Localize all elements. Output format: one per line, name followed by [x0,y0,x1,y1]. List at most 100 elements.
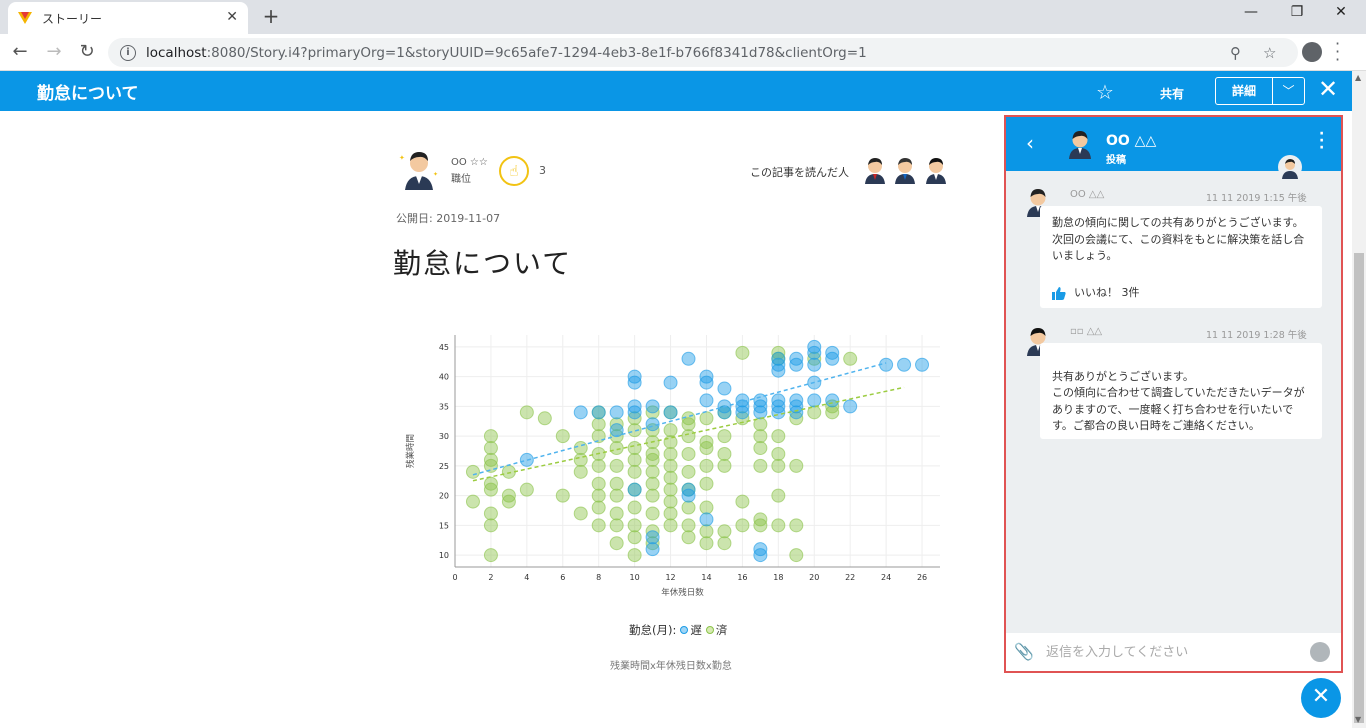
data-point-done [717,429,732,444]
page-scrollbar[interactable]: ▲ ▼ [1352,71,1366,728]
url-host: localhost [146,44,207,61]
data-point-done [663,482,678,497]
data-point-done [609,476,624,491]
data-point-done [645,476,660,491]
data-point-done [699,411,714,426]
x-axis-label: 年休残日数 [661,587,704,598]
window-close-icon[interactable]: ✕ [1326,4,1356,20]
data-point-late [807,357,822,372]
data-point-done [609,488,624,503]
data-point-done [519,482,534,497]
reload-icon[interactable]: ↻ [75,41,99,62]
favorite-star-icon[interactable]: ☆ [1096,80,1114,104]
post-type-label: 投稿 [1106,155,1126,166]
profile-avatar-icon[interactable] [1302,42,1322,62]
back-chevron-icon[interactable]: ‹ [1026,131,1034,155]
chevron-down-icon[interactable]: ﹀ [1273,78,1304,104]
address-bar[interactable]: i localhost:8080/Story.i4?primaryOrg=1&s… [108,38,1298,67]
y-tick-label: 20 [439,492,449,501]
data-point-done [699,524,714,539]
reader-avatar[interactable] [862,154,888,184]
page-title: 勤怠について [37,84,139,104]
poster-avatar[interactable] [1066,127,1094,159]
forward-icon[interactable]: → [42,41,66,62]
data-point-late [699,512,714,527]
data-point-late [663,405,678,420]
clap-icon[interactable]: ☝ [499,156,529,186]
data-point-done [645,488,660,503]
send-icon[interactable] [1310,642,1330,662]
restore-icon[interactable]: ❐ [1282,4,1312,20]
data-point-done [591,500,606,515]
data-point-done [717,458,732,473]
scroll-down-icon[interactable]: ▼ [1355,715,1361,724]
share-button[interactable]: 共有 [1160,85,1184,102]
data-point-done [483,441,498,456]
new-tab-icon[interactable]: + [260,4,282,28]
more-options-icon[interactable]: · · · [1319,127,1324,155]
poster-name: OO △△ [1106,133,1157,149]
data-point-done [573,464,588,479]
data-point-late [519,452,534,467]
x-tick-label: 14 [701,573,711,582]
data-point-done [591,518,606,533]
browser-tab[interactable]: ストーリー ✕ [8,2,248,34]
x-tick-label: 0 [452,573,457,582]
data-point-done [555,429,570,444]
data-point-done [789,518,804,533]
data-point-late [807,339,822,354]
y-tick-label: 30 [439,432,449,441]
participant-avatar[interactable] [1278,155,1302,179]
data-point-done [465,464,480,479]
scrollbar-thumb[interactable] [1354,253,1364,723]
reader-avatar[interactable] [892,154,918,184]
close-story-icon[interactable]: ✕ [1318,75,1338,103]
data-point-done [627,518,642,533]
data-point-done [681,429,696,444]
data-point-done [717,536,732,551]
site-info-icon[interactable]: i [120,44,136,61]
x-tick-label: 16 [737,573,747,582]
data-point-done [681,500,696,515]
data-point-done [681,446,696,461]
author-avatar[interactable]: ✦✦ [397,146,441,190]
data-point-done [753,429,768,444]
data-point-done [753,512,768,527]
data-point-done [753,441,768,456]
attach-paperclip-icon[interactable]: 📎 [1014,642,1034,661]
author-position: 職位 [451,174,471,185]
detail-button[interactable]: 詳細 [1216,78,1273,104]
data-point-done [681,530,696,545]
data-point-late [609,423,624,438]
reader-avatar[interactable] [923,154,949,184]
scroll-up-icon[interactable]: ▲ [1355,73,1361,82]
browser-menu-icon[interactable]: · · · [1335,36,1340,68]
x-tick-label: 2 [488,573,493,582]
comment-text: 勤怠の傾向に関しての共有ありがとうございます。次回の会議にて、この資料をもとに解… [1052,216,1305,262]
minimize-icon[interactable]: — [1236,4,1266,20]
data-point-late [573,405,588,420]
tab-title: ストーリー [42,11,103,26]
article-title: 勤怠について [393,247,573,280]
data-point-done [483,452,498,467]
data-point-done [573,506,588,521]
x-tick-label: 26 [917,573,927,582]
data-point-late [699,393,714,408]
data-point-late [771,393,786,408]
svg-text:✦: ✦ [433,171,438,178]
y-axis-label: 残業時間 [405,434,416,468]
data-point-late [627,482,642,497]
like-button[interactable]: いいね！ 3件 [1052,285,1310,302]
reply-input[interactable] [1046,639,1296,665]
zoom-icon[interactable]: ⚲ [1230,44,1241,62]
data-point-done [627,423,642,438]
comment-bubble: 共有ありがとうございます。 この傾向に合わせて調査していただきたいデータがありま… [1040,343,1322,439]
back-icon[interactable]: ← [8,41,32,62]
data-point-done [753,458,768,473]
data-point-done [663,470,678,485]
tab-close-icon[interactable]: ✕ [226,9,238,25]
data-point-done [699,458,714,473]
bookmark-star-icon[interactable]: ☆ [1263,44,1276,62]
close-comments-fab[interactable]: ✕ [1301,678,1341,718]
data-point-done [627,548,642,563]
